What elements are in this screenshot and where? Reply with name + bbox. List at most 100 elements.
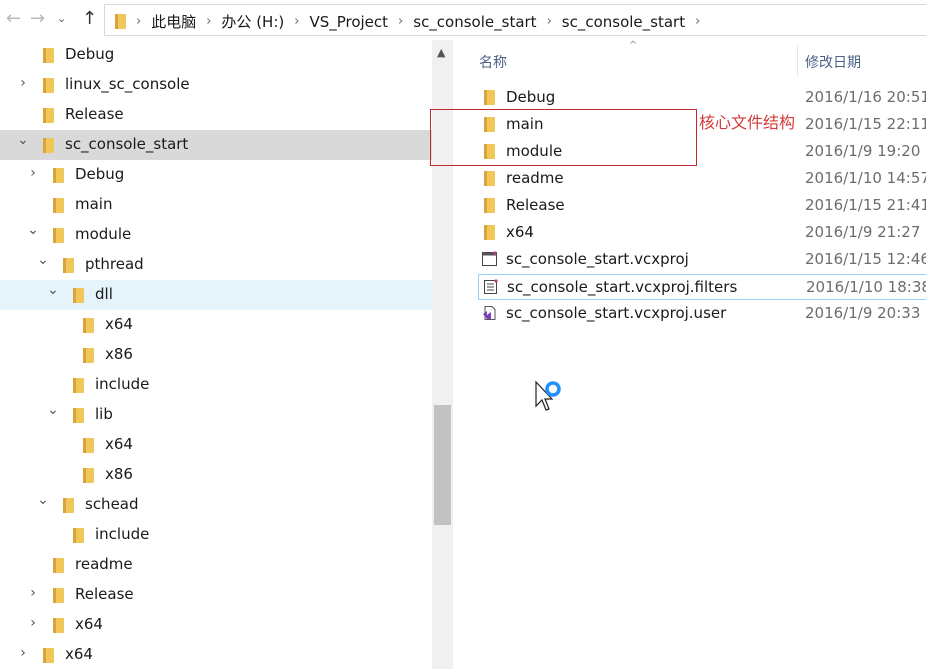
breadcrumb-item[interactable]: VS_Project xyxy=(309,13,388,31)
folder-icon xyxy=(484,225,495,240)
tree-item-label: readme xyxy=(75,555,133,573)
folder-icon xyxy=(73,288,84,303)
tree-item[interactable]: ⌄ dll xyxy=(0,280,432,310)
folder-icon xyxy=(43,48,54,63)
forward-arrow-icon[interactable]: → xyxy=(30,9,45,29)
file-row[interactable]: x64 2016/1/9 21:27 xyxy=(478,220,926,246)
tree-item[interactable]: x64 xyxy=(0,430,432,460)
user-file-icon xyxy=(482,305,496,321)
folder-icon xyxy=(53,588,64,603)
file-row[interactable]: Debug 2016/1/16 20:51 xyxy=(478,85,926,111)
collapse-chevron-icon[interactable]: › xyxy=(25,165,41,181)
file-row[interactable]: sc_console_start.vcxproj.filters 2016/1/1… xyxy=(478,274,926,300)
expand-chevron-icon[interactable]: ⌄ xyxy=(35,252,51,268)
tree-item-label: Debug xyxy=(65,45,115,63)
tree-item-label: Release xyxy=(75,585,134,603)
tree-item-label: x86 xyxy=(105,465,133,483)
busy-cursor-icon xyxy=(534,380,566,420)
tree-item[interactable]: › Debug xyxy=(0,160,432,190)
breadcrumb-separator-icon[interactable]: › xyxy=(136,14,141,29)
tree-item-label: x64 xyxy=(65,645,93,663)
tree-item[interactable]: include xyxy=(0,520,432,550)
file-date: 2016/1/10 18:38 xyxy=(806,278,926,296)
breadcrumb-separator-icon[interactable]: › xyxy=(398,14,403,29)
file-name: readme xyxy=(506,169,564,187)
expand-chevron-icon[interactable]: ⌄ xyxy=(45,282,61,298)
folder-icon xyxy=(43,108,54,123)
breadcrumb-item[interactable]: 此电脑 xyxy=(151,11,196,32)
tree-item[interactable]: › x64 xyxy=(0,640,432,669)
folder-icon xyxy=(73,528,84,543)
folder-icon xyxy=(83,318,94,333)
file-date: 2016/1/9 21:27 xyxy=(805,223,921,241)
tree-item[interactable]: x64 xyxy=(0,310,432,340)
column-header-name[interactable]: 名称 xyxy=(479,52,507,72)
tree-item-label: lib xyxy=(95,405,113,423)
breadcrumb-item[interactable]: sc_console_start xyxy=(413,13,536,31)
collapse-chevron-icon[interactable]: › xyxy=(25,615,41,631)
expand-chevron-icon[interactable]: ⌄ xyxy=(15,132,31,148)
file-date: 2016/1/10 14:57 xyxy=(805,169,926,187)
breadcrumb-separator-icon[interactable]: › xyxy=(547,14,552,29)
tree-item-label: x64 xyxy=(75,615,103,633)
tree-item[interactable]: main xyxy=(0,190,432,220)
tree-item-label: dll xyxy=(95,285,113,303)
breadcrumb-item[interactable]: sc_console_start xyxy=(562,13,685,31)
file-row[interactable]: sc_console_start.vcxproj.user 2016/1/9 20… xyxy=(478,301,926,327)
tree-item[interactable]: x86 xyxy=(0,340,432,370)
collapse-chevron-icon[interactable]: › xyxy=(25,585,41,601)
back-arrow-icon[interactable]: ← xyxy=(6,9,21,29)
breadcrumb-item[interactable]: 办公 (H:) xyxy=(221,11,284,32)
breadcrumb-separator-icon[interactable]: › xyxy=(294,14,299,29)
tree-item[interactable]: › Release xyxy=(0,580,432,610)
folder-icon xyxy=(73,378,84,393)
file-date: 2016/1/15 22:11 xyxy=(805,115,926,133)
breadcrumb-separator-icon[interactable]: › xyxy=(695,14,700,29)
expand-chevron-icon[interactable]: ⌄ xyxy=(45,402,61,418)
tree-item[interactable]: include xyxy=(0,370,432,400)
recent-locations-chevron-icon[interactable]: ⌄ xyxy=(57,12,66,25)
tree-item[interactable]: › x64 xyxy=(0,610,432,640)
column-divider[interactable] xyxy=(797,46,798,76)
file-date: 2016/1/9 20:33 xyxy=(805,304,921,322)
tree-item[interactable]: readme xyxy=(0,550,432,580)
file-name: sc_console_start.vcxproj.user xyxy=(506,304,727,322)
column-header-date[interactable]: 修改日期 xyxy=(805,52,861,72)
collapse-chevron-icon[interactable]: › xyxy=(15,645,31,661)
tree-item-label: pthread xyxy=(85,255,144,273)
address-bar[interactable]: › 此电脑 › 办公 (H:) › VS_Project › sc_consol… xyxy=(104,4,926,36)
tree-item-label: main xyxy=(75,195,113,213)
scrollbar-thumb[interactable] xyxy=(434,405,451,525)
up-arrow-icon[interactable]: ↑ xyxy=(82,9,97,29)
tree-item[interactable]: ⌄ module xyxy=(0,220,432,250)
tree-item[interactable]: ⌄ schead xyxy=(0,490,432,520)
folder-icon xyxy=(83,348,94,363)
scroll-up-icon[interactable]: ▲ xyxy=(437,46,445,59)
tree-item-label: linux_sc_console xyxy=(65,75,190,93)
tree-item[interactable]: › linux_sc_console xyxy=(0,70,432,100)
folder-icon xyxy=(43,648,54,663)
expand-chevron-icon[interactable]: ⌄ xyxy=(25,222,41,238)
tree-item[interactable]: Release xyxy=(0,100,432,130)
expand-chevron-icon[interactable]: ⌄ xyxy=(35,492,51,508)
tree-item[interactable]: ⌄ pthread xyxy=(0,250,432,280)
folder-icon xyxy=(43,78,54,93)
file-row[interactable]: readme 2016/1/10 14:57 xyxy=(478,166,926,192)
tree-item-label: Release xyxy=(65,105,124,123)
breadcrumb: › 此电脑 › 办公 (H:) › VS_Project › sc_consol… xyxy=(115,11,710,32)
folder-icon xyxy=(63,498,74,513)
tree-item-label: module xyxy=(75,225,132,243)
tree-item[interactable]: ⌄ sc_console_start xyxy=(0,130,432,160)
file-row[interactable]: sc_console_start.vcxproj 2016/1/15 12:46 xyxy=(478,247,926,273)
tree-item[interactable]: x86 xyxy=(0,460,432,490)
collapse-chevron-icon[interactable]: › xyxy=(15,75,31,91)
tree-item-label: Debug xyxy=(75,165,125,183)
breadcrumb-separator-icon[interactable]: › xyxy=(206,14,211,29)
folder-icon xyxy=(484,90,495,105)
file-date: 2016/1/15 21:41 xyxy=(805,196,926,214)
tree-item[interactable]: ⌄ lib xyxy=(0,400,432,430)
file-row[interactable]: Release 2016/1/15 21:41 xyxy=(478,193,926,219)
folder-icon xyxy=(63,258,74,273)
tree-item[interactable]: Debug xyxy=(0,40,432,70)
tree-item-label: x86 xyxy=(105,345,133,363)
